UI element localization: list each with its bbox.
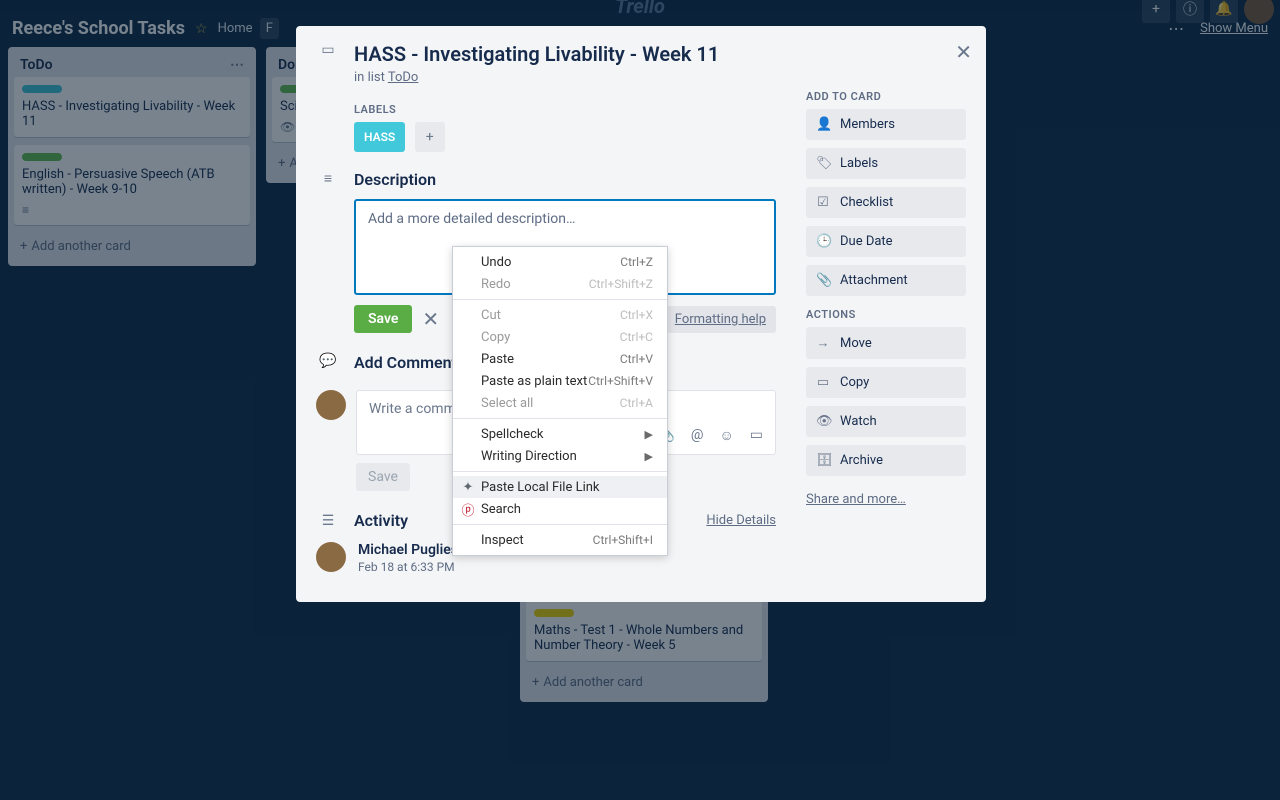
side-label: Checklist [840, 195, 893, 210]
comment-save-button[interactable]: Save [356, 463, 410, 491]
ctx-spellcheck[interactable]: Spellcheck ▶ [453, 423, 667, 445]
move-icon: → [816, 335, 830, 351]
copy-icon: ▭ [816, 375, 830, 390]
add-label-button[interactable]: + [415, 122, 445, 152]
card-icon: ▭ [316, 42, 340, 58]
ctx-label: Copy [481, 330, 510, 345]
ctx-label: Select all [481, 396, 533, 411]
members-button[interactable]: 👤 Members [806, 109, 966, 140]
ctx-label: Inspect [481, 533, 524, 548]
pinterest-icon: ⓟ [461, 500, 475, 519]
ctx-shortcut: Ctrl+X [620, 308, 653, 322]
ctx-label: Writing Direction [481, 449, 577, 464]
attachment-icon: 📎 [816, 273, 830, 288]
in-list-link[interactable]: ToDo [388, 70, 419, 85]
ctx-shortcut: Ctrl+V [620, 352, 653, 366]
description-icon: ≡ [316, 170, 340, 187]
actions-heading: ACTIONS [806, 308, 966, 321]
side-label: Watch [840, 414, 877, 429]
side-label: Members [840, 117, 895, 132]
ctx-undo[interactable]: Undo Ctrl+Z [453, 251, 667, 273]
side-label: Copy [840, 375, 869, 390]
ctx-redo: Redo Ctrl+Shift+Z [453, 273, 667, 295]
ctx-label: Paste [481, 352, 514, 367]
mention-icon[interactable]: @ [691, 427, 704, 444]
ctx-paste-plain[interactable]: Paste as plain text Ctrl+Shift+V [453, 370, 667, 392]
formatting-help-link[interactable]: Formatting help [665, 306, 776, 333]
ctx-label: Redo [481, 277, 511, 292]
checklist-icon: ☑ [816, 195, 830, 210]
hide-details-link[interactable]: Hide Details [706, 513, 776, 528]
watch-button[interactable]: 👁 Watch [806, 406, 966, 437]
ctx-paste[interactable]: Paste Ctrl+V [453, 348, 667, 370]
context-menu: Undo Ctrl+Z Redo Ctrl+Shift+Z Cut Ctrl+X… [452, 246, 668, 556]
comment-icon: 💬 [316, 353, 340, 369]
attachment-button[interactable]: 📎 Attachment [806, 265, 966, 296]
in-list-prefix: in list [354, 70, 388, 85]
card-icon[interactable]: ▭ [750, 427, 763, 444]
due-date-button[interactable]: 🕒 Due Date [806, 226, 966, 257]
activity-heading: Activity [354, 511, 408, 530]
ctx-label: Spellcheck [481, 427, 544, 442]
activity-user: Michael Pugliese [358, 542, 465, 558]
close-icon[interactable]: ✕ [955, 40, 972, 64]
share-more-link[interactable]: Share and more… [806, 492, 906, 507]
ctx-label: Paste Local File Link [481, 480, 600, 495]
activity-icon: ☰ [316, 513, 340, 529]
avatar [316, 390, 346, 420]
side-label: Archive [840, 453, 883, 468]
ctx-shortcut: Ctrl+C [620, 330, 653, 344]
side-label: Move [840, 336, 872, 351]
members-icon: 👤 [816, 117, 830, 132]
chevron-right-icon: ▶ [645, 428, 653, 441]
labels-heading: LABELS [354, 103, 776, 116]
watch-icon: 👁 [816, 414, 830, 429]
chevron-right-icon: ▶ [645, 450, 653, 463]
ctx-separator [453, 418, 667, 419]
ctx-separator [453, 524, 667, 525]
side-label: Labels [840, 156, 878, 171]
ctx-select-all: Select all Ctrl+A [453, 392, 667, 414]
puzzle-icon: ✦ [461, 480, 475, 495]
ctx-label: Cut [481, 308, 501, 323]
cancel-icon[interactable]: ✕ [422, 307, 439, 331]
archive-button[interactable]: 🗄 Archive [806, 445, 966, 476]
avatar [316, 542, 346, 572]
labels-button[interactable]: 🏷 Labels [806, 148, 966, 179]
ctx-shortcut: Ctrl+Shift+V [588, 374, 653, 388]
checklist-button[interactable]: ☑ Checklist [806, 187, 966, 218]
ctx-label: Undo [481, 255, 511, 270]
archive-icon: 🗄 [816, 453, 830, 468]
side-label: Due Date [840, 234, 893, 249]
ctx-label: Paste as plain text [481, 374, 587, 389]
move-button[interactable]: → Move [806, 327, 966, 359]
copy-button[interactable]: ▭ Copy [806, 367, 966, 398]
ctx-inspect[interactable]: Inspect Ctrl+Shift+I [453, 529, 667, 551]
side-label: Attachment [840, 273, 908, 288]
ctx-shortcut: Ctrl+Z [620, 255, 653, 269]
add-to-card-heading: ADD TO CARD [806, 90, 966, 103]
ctx-shortcut: Ctrl+Shift+I [593, 533, 653, 547]
ctx-writing-direction[interactable]: Writing Direction ▶ [453, 445, 667, 467]
ctx-cut: Cut Ctrl+X [453, 304, 667, 326]
description-placeholder: Add a more detailed description… [368, 211, 575, 227]
ctx-search[interactable]: ⓟ Search [453, 498, 667, 520]
modal-title[interactable]: HASS - Investigating Livability - Week 1… [354, 42, 966, 66]
labels-icon: 🏷 [816, 156, 830, 171]
ctx-label: Search [481, 502, 521, 517]
ctx-separator [453, 471, 667, 472]
activity-time: Feb 18 at 6:33 PM [358, 560, 617, 574]
description-heading: Description [354, 170, 776, 189]
ctx-shortcut: Ctrl+Shift+Z [589, 277, 653, 291]
clock-icon: 🕒 [816, 234, 830, 249]
ctx-shortcut: Ctrl+A [620, 396, 653, 410]
emoji-icon[interactable]: ☺ [719, 427, 733, 444]
save-button[interactable]: Save [354, 305, 412, 333]
label-pill-hass[interactable]: HASS [354, 122, 405, 152]
ctx-paste-local-file-link[interactable]: ✦ Paste Local File Link [453, 476, 667, 498]
ctx-separator [453, 299, 667, 300]
modal-sidebar: ADD TO CARD 👤Members 🏷Labels ☑Checklist … [806, 78, 966, 507]
ctx-copy: Copy Ctrl+C [453, 326, 667, 348]
